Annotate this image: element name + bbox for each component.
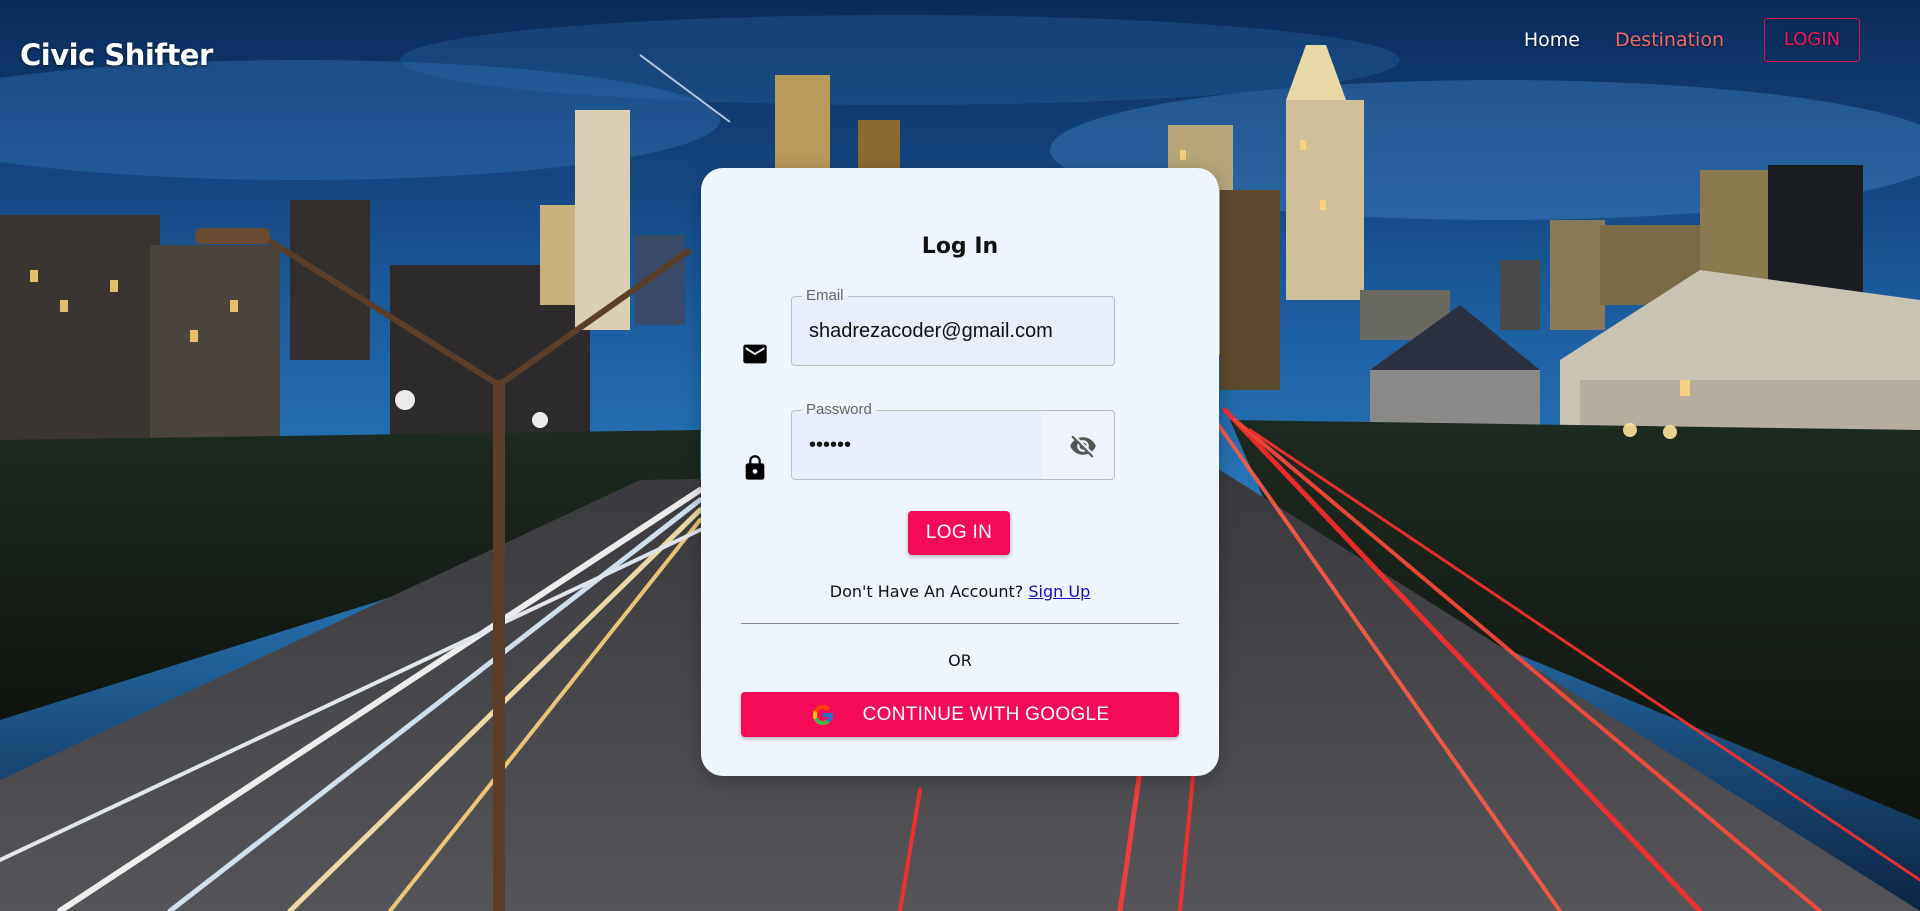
login-card: Log In Email Password LOG IN Don't Have … bbox=[701, 168, 1219, 776]
brand-logo[interactable]: Civic Shifter bbox=[20, 38, 213, 72]
login-title: Log In bbox=[921, 234, 999, 259]
email-field: Email bbox=[791, 287, 1115, 366]
no-account-text: Don't Have An Account? bbox=[829, 582, 1024, 601]
nav-destination-link[interactable]: Destination bbox=[1615, 29, 1724, 51]
lock-icon bbox=[745, 455, 765, 480]
mail-icon bbox=[743, 344, 767, 364]
top-nav: Home Destination LOGIN bbox=[1524, 18, 1860, 62]
signup-link[interactable]: Sign Up bbox=[1028, 582, 1090, 601]
eye-off-icon[interactable] bbox=[1068, 432, 1098, 460]
or-separator: OR bbox=[948, 651, 972, 670]
nav-login-button[interactable]: LOGIN bbox=[1764, 18, 1860, 62]
signup-prompt: Don't Have An Account? Sign Up bbox=[701, 582, 1219, 601]
email-input[interactable] bbox=[809, 297, 1099, 365]
login-submit-button[interactable]: LOG IN bbox=[908, 511, 1010, 555]
google-button-label: CONTINUE WITH GOOGLE bbox=[862, 704, 1110, 725]
password-field: Password bbox=[791, 401, 1115, 480]
password-input[interactable] bbox=[809, 411, 1029, 479]
continue-with-google-button[interactable]: CONTINUE WITH GOOGLE bbox=[741, 692, 1179, 737]
nav-home-link[interactable]: Home bbox=[1524, 29, 1580, 51]
divider bbox=[741, 623, 1179, 624]
